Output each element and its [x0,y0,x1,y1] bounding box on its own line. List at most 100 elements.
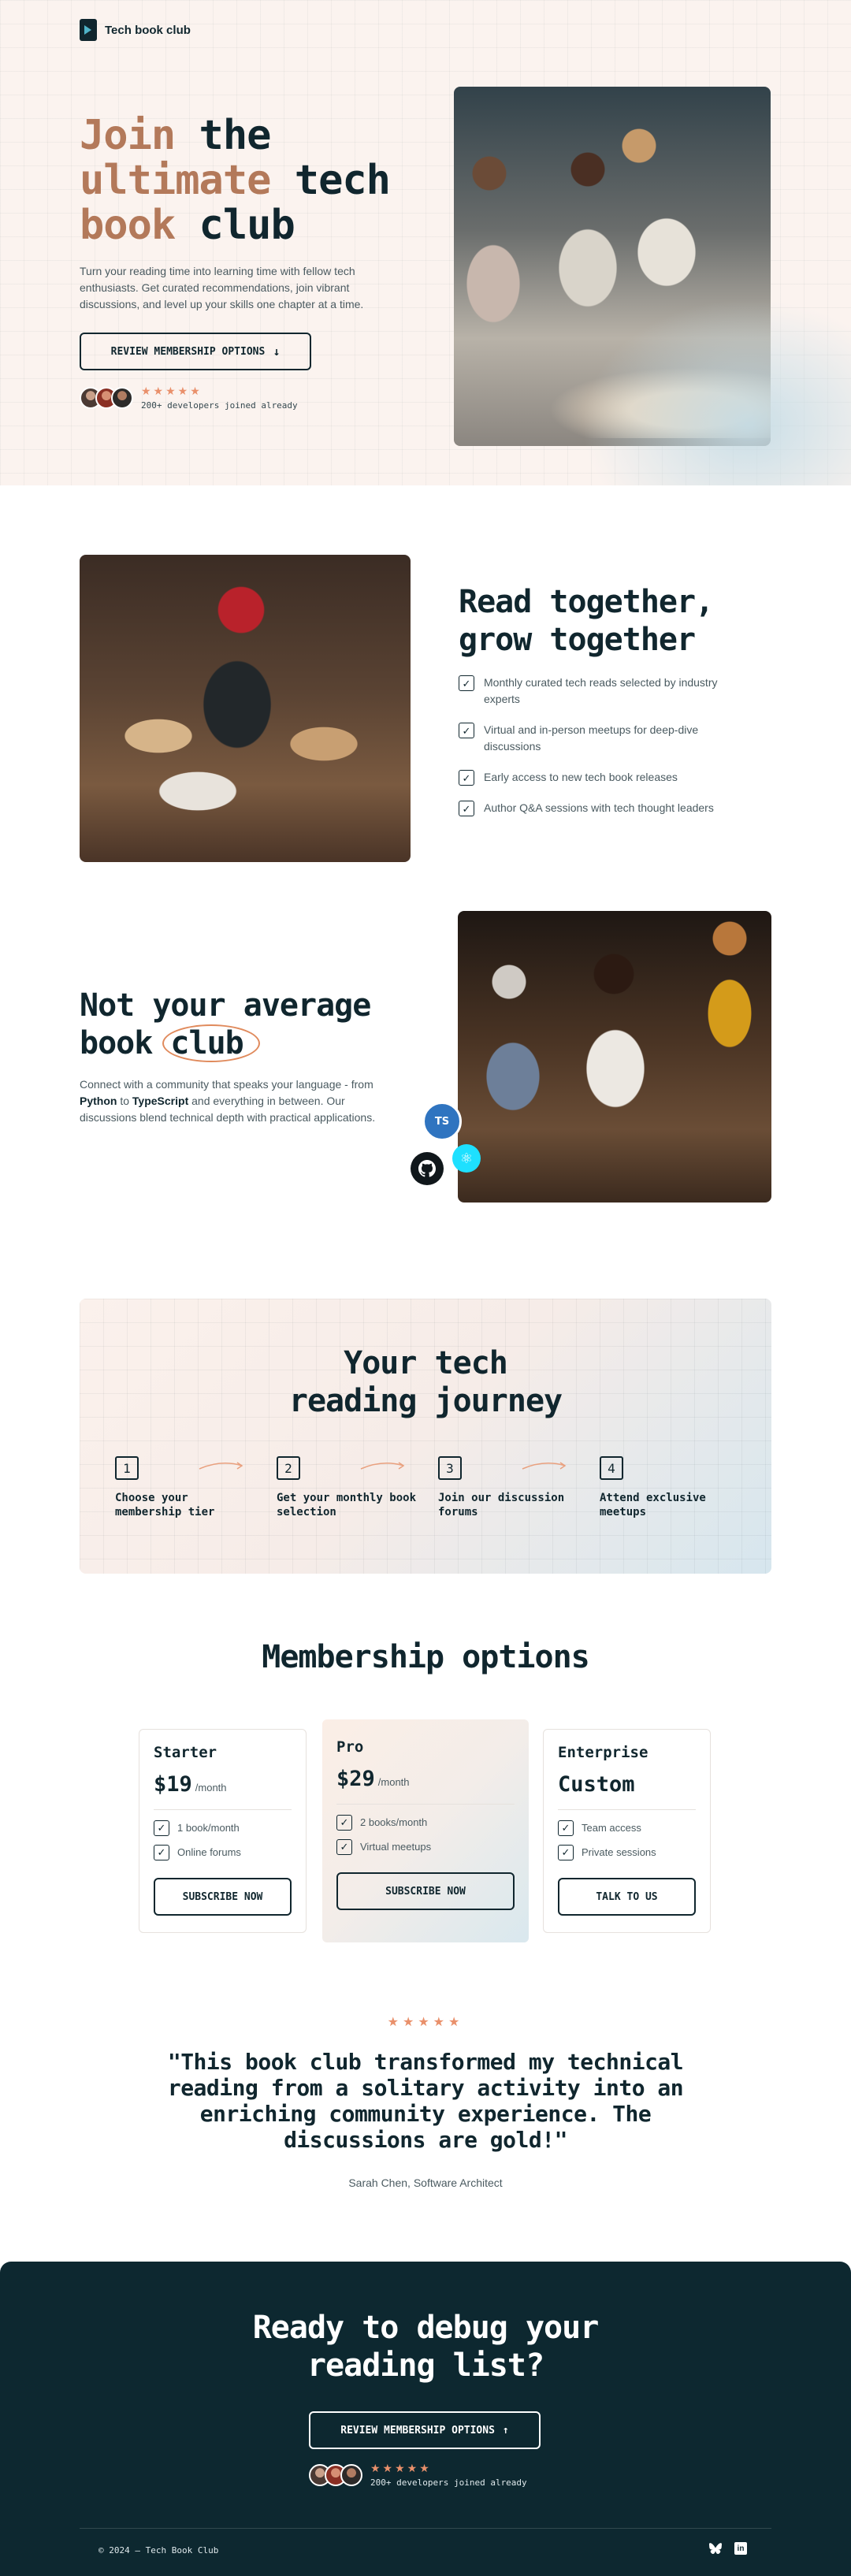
plan-name: Pro [336,1738,364,1756]
arrow-up-icon: ↑ [502,2424,509,2437]
subscribe-pro-button[interactable]: SUBSCRIBE NOW [336,1872,515,1910]
talk-to-us-button[interactable]: TALK TO US [558,1878,696,1916]
journey-step: 4 Attend exclusive meetups [600,1456,761,1519]
feature-text: Early access to new tech book releases [484,771,678,783]
hero-title-accent: book [80,202,176,249]
testimonial-author: Sarah Chen, Software Architect [348,2176,503,2189]
checkbox-icon: ✓ [558,1820,574,1836]
plan-feature: ✓ Private sessions [558,1844,696,1860]
plan-features: ✓ 2 books/month ✓ Virtual meetups [336,1814,515,1855]
linkedin-icon[interactable]: in [734,2542,747,2555]
title-line: Not your average [80,987,371,1024]
divider [154,1809,292,1810]
footer-title: Ready to debug your reading list? [0,2309,851,2385]
brand-name[interactable]: Tech book club [105,24,191,37]
review-membership-button[interactable]: REVIEW MEMBERSHIP OPTIONS ↓ [80,333,311,370]
footer: Ready to debug your reading list? REVIEW… [0,2262,851,2576]
book-logo-icon[interactable] [80,19,97,41]
hero-group-reading-photo [454,87,771,446]
title-line: reading journey [288,1383,563,1419]
circled-word: club [162,1024,261,1062]
plan-feature: ✓ Team access [558,1820,696,1836]
price-value: $19 [154,1772,192,1797]
feature-text: Virtual and in-person meetups for deep-d… [484,723,699,753]
book-discussion-photo [80,555,411,862]
checkbox-icon: ✓ [154,1820,169,1836]
title-line: Ready to debug your [252,2310,600,2346]
step-label: Attend exclusive meetups [600,1492,706,1518]
plan-feature: ✓ 1 book/month [154,1820,292,1836]
feature-text: Monthly curated tech reads selected by i… [484,676,718,705]
feature-text: 1 book/month [177,1822,240,1834]
avatar [111,386,133,409]
plan-price: $19/month [154,1772,292,1797]
feature-text: Virtual meetups [360,1841,432,1853]
hero-title-text: club [199,202,295,249]
footer-review-membership-button[interactable]: REVIEW MEMBERSHIP OPTIONS ↑ [309,2411,541,2449]
testimonial-quote: "This book club transformed my technical… [167,2049,684,2153]
plan-price: $29/month [336,1767,515,1791]
step-label: Get your monthly book selection [277,1492,417,1518]
arrow-down-icon: ↓ [273,344,281,359]
plan-feature: ✓ 2 books/month [336,1814,515,1831]
step-number: 4 [600,1456,623,1480]
step-label: Choose your membership tier [115,1492,215,1518]
journey-section: Your tech reading journey 1 Choose your … [80,1299,771,1574]
footer-social-links: in [709,2542,747,2555]
step-label: Join our discussion forums [438,1492,565,1518]
testimonial-stars-icon: ★★★★★ [387,2016,464,2029]
plan-card-pro: Pro $29/month ✓ 2 books/month ✓ Virtual me… [322,1719,529,1942]
title-line: grow together [459,622,696,658]
review-membership-label: REVIEW MEMBERSHIP OPTIONS [110,345,266,358]
footer-divider [80,2528,771,2529]
social-proof-text: 200+ developers joined already [370,2477,527,2488]
price-value: $29 [336,1767,375,1791]
not-average-section: Not your average book club Connect with … [0,911,851,1335]
plan-features: ✓ Team access ✓ Private sessions [558,1820,696,1860]
social-proof: ★★★★★ 200+ developers joined already [80,385,298,411]
butterfly-icon[interactable] [709,2542,722,2555]
footer-social-proof: ★★★★★ 200+ developers joined already [309,2462,527,2488]
navbar: Tech book club [80,19,191,41]
plan-card-starter: Starter $19/month ✓ 1 book/month ✓ Online … [139,1729,307,1933]
subscribe-starter-button[interactable]: SUBSCRIBE NOW [154,1878,292,1916]
community-photo [458,911,771,1203]
membership-title: Membership options [262,1639,589,1675]
step-number: 2 [277,1456,300,1480]
hero-subtitle: Turn your reading time into learning tim… [80,265,364,310]
title-line: reading list? [307,2347,544,2384]
checkbox-icon: ✓ [336,1815,352,1831]
rating-stars-icon: ★★★★★ [141,385,203,397]
checkbox-icon: ✓ [459,770,474,786]
divider [336,1804,515,1805]
plan-card-enterprise: Enterprise Custom ✓ Team access ✓ Private … [543,1729,711,1933]
rating-stars-icon: ★★★★★ [370,2462,432,2474]
checkbox-icon: ✓ [336,1839,352,1855]
avatar-group [309,2463,362,2486]
hero-title-text: the [199,112,272,159]
feature-text: Online forums [177,1846,241,1858]
plan-name: Starter [154,1744,217,1761]
feature-item: ✓ Monthly curated tech reads selected by … [459,675,719,708]
title-line: Read together, [459,584,714,620]
not-average-subtitle: Connect with a community that speaks you… [80,1076,379,1126]
read-together-section: Read together, grow together ✓ Monthly cu… [0,485,851,911]
feature-text: Private sessions [582,1846,656,1858]
feature-text: Team access [582,1822,641,1834]
typescript-text: TypeScript [132,1095,189,1107]
not-average-title: Not your average book club [80,987,426,1062]
read-together-title: Read together, grow together [459,583,790,659]
curved-arrow-icon [360,1462,405,1470]
journey-steps: 1 Choose your membership tier 2 Get your… [115,1456,761,1519]
plan-feature: ✓ Virtual meetups [336,1838,515,1855]
step-number: 1 [115,1456,139,1480]
hero-title-text: tech [294,157,391,204]
avatar [340,2463,362,2486]
subtitle-text: Connect with a community that speaks you… [80,1078,373,1091]
journey-step: 3 Join our discussion forums [438,1456,600,1519]
plan-name: Enterprise [558,1744,648,1761]
avatar-group [80,386,133,409]
react-icon: ⚛ [452,1144,481,1173]
curved-arrow-icon [199,1462,243,1470]
plan-price: Custom [558,1772,696,1797]
